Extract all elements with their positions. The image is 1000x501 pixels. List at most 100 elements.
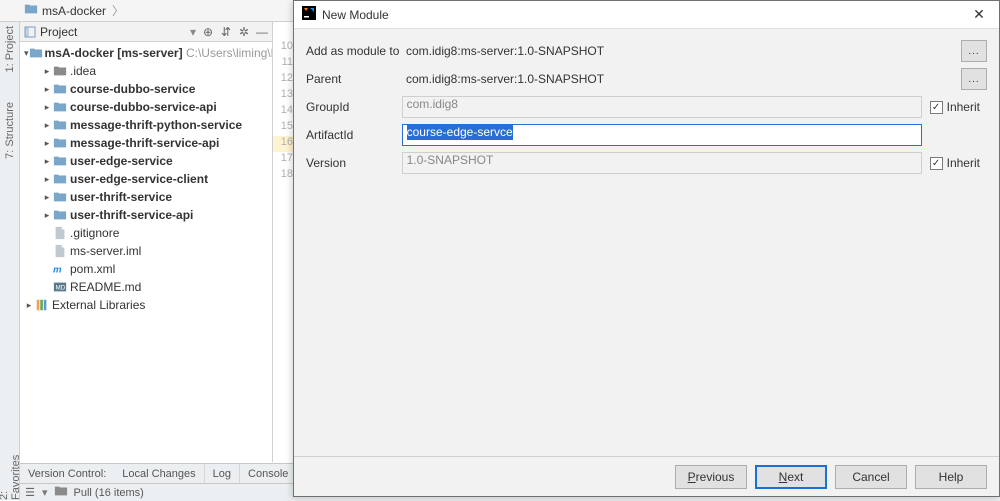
hide-icon[interactable]: — bbox=[256, 26, 268, 38]
local-changes-tab[interactable]: Local Changes bbox=[114, 464, 204, 484]
console-tab[interactable]: Console bbox=[240, 464, 297, 484]
chevron-down-icon[interactable]: ▾ bbox=[42, 486, 48, 499]
tree-item-label: message-thrift-python-service bbox=[70, 118, 242, 132]
project-panel-header: Project ▾ ⊕ ⇵ ✲ — bbox=[20, 22, 272, 42]
tree-expand-icon[interactable]: ▸ bbox=[42, 66, 52, 77]
tree-root-path: C:\Users\liming\De bbox=[186, 46, 272, 60]
artifactid-input[interactable]: course-edge-servce bbox=[402, 124, 922, 146]
tree-item-label: user-edge-service-client bbox=[70, 172, 208, 186]
label-groupid: GroupId bbox=[306, 100, 402, 114]
tab-favorites[interactable]: 2: Favorites bbox=[0, 444, 22, 500]
tree-item-label: course-dubbo-service bbox=[70, 82, 195, 96]
breadcrumb-label: msA-docker bbox=[42, 4, 106, 18]
tree-item[interactable]: ▸ user-edge-service-client bbox=[20, 170, 272, 188]
vcs-tab-label[interactable]: Version Control: bbox=[20, 464, 114, 484]
file-icon bbox=[52, 226, 68, 240]
tree-item-label: user-edge-service bbox=[70, 154, 173, 168]
dropdown-arrow-icon[interactable]: ▾ bbox=[190, 25, 196, 39]
folder-icon bbox=[52, 154, 68, 168]
dialog-footer: Previous Next Cancel Help bbox=[294, 456, 999, 496]
tree-expand-icon[interactable]: ▸ bbox=[24, 300, 34, 311]
gear-icon[interactable]: ✲ bbox=[238, 26, 250, 38]
label-artifactid: ArtifactId bbox=[306, 128, 402, 142]
label-version: Version bbox=[306, 156, 402, 170]
tree-item[interactable]: ▸ user-edge-service bbox=[20, 152, 272, 170]
tab-structure[interactable]: 7: Structure bbox=[4, 102, 16, 159]
groupid-input: com.idig8 bbox=[402, 96, 922, 118]
tree-expand-icon[interactable]: ▸ bbox=[42, 210, 52, 221]
inherit-groupid-checkbox[interactable]: ✓ Inherit bbox=[930, 100, 987, 114]
project-tool-window: Project ▾ ⊕ ⇵ ✲ — ▾ msA-docker [ms-serve… bbox=[20, 22, 273, 462]
collapse-icon[interactable]: ⇵ bbox=[220, 26, 232, 38]
tree-root-module: [ms-server] bbox=[117, 46, 182, 60]
target-icon[interactable]: ⊕ bbox=[202, 26, 214, 38]
folder-icon bbox=[52, 118, 68, 132]
tree-item[interactable]: ms-server.iml bbox=[20, 242, 272, 260]
inherit-label: Inherit bbox=[947, 156, 980, 170]
close-button[interactable]: ✕ bbox=[967, 6, 991, 23]
file-icon bbox=[52, 244, 68, 258]
tree-item-label: .idea bbox=[70, 64, 96, 78]
browse-parent-button[interactable]: ... bbox=[961, 68, 987, 90]
dialog-title: New Module bbox=[322, 8, 389, 22]
tree-item[interactable]: MD README.md bbox=[20, 278, 272, 296]
tab-project[interactable]: 1: Project bbox=[4, 26, 16, 72]
browse-module-button[interactable]: ... bbox=[961, 40, 987, 62]
tree-item-label: user-thrift-service-api bbox=[70, 208, 193, 222]
status-pull-label[interactable]: Pull (16 items) bbox=[74, 487, 144, 499]
label-add-as-module: Add as module to bbox=[306, 44, 406, 58]
help-button[interactable]: Help bbox=[915, 465, 987, 489]
cancel-button[interactable]: Cancel bbox=[835, 465, 907, 489]
log-tab[interactable]: Log bbox=[205, 464, 240, 484]
tree-expand-icon[interactable]: ▸ bbox=[42, 102, 52, 113]
previous-button[interactable]: Previous bbox=[675, 465, 747, 489]
tree-item-label: course-dubbo-service-api bbox=[70, 100, 217, 114]
tree-item[interactable]: ▸ user-thrift-service-api bbox=[20, 206, 272, 224]
folder-icon bbox=[52, 100, 68, 114]
value-add-as-module: com.idig8:ms-server:1.0-SNAPSHOT bbox=[406, 44, 953, 58]
left-tool-strip: 1: Project 7: Structure bbox=[0, 22, 20, 462]
tree-item[interactable]: ▸ .idea bbox=[20, 62, 272, 80]
folder-icon bbox=[52, 136, 68, 150]
tree-item-label: pom.xml bbox=[70, 262, 115, 276]
tree-item[interactable]: ▸ course-dubbo-service bbox=[20, 80, 272, 98]
tree-item[interactable]: ▸ course-dubbo-service-api bbox=[20, 98, 272, 116]
tree-root-name: msA-docker bbox=[45, 46, 114, 60]
next-button[interactable]: Next bbox=[755, 465, 827, 489]
tree-item-label: ms-server.iml bbox=[70, 244, 141, 258]
folder-icon bbox=[24, 2, 38, 19]
tree-item-label: .gitignore bbox=[70, 226, 119, 240]
breadcrumb-item[interactable]: msA-docker bbox=[20, 2, 110, 19]
svg-text:MD: MD bbox=[56, 285, 66, 292]
tree-expand-icon[interactable]: ▸ bbox=[42, 84, 52, 95]
version-input: 1.0-SNAPSHOT bbox=[402, 152, 922, 174]
inherit-version-checkbox[interactable]: ✓ Inherit bbox=[930, 156, 987, 170]
check-icon: ✓ bbox=[930, 157, 943, 170]
folder-icon bbox=[54, 484, 68, 501]
tree-item[interactable]: ▸ message-thrift-python-service bbox=[20, 116, 272, 134]
tree-expand-icon[interactable]: ▸ bbox=[42, 120, 52, 131]
tree-item-label: README.md bbox=[70, 280, 141, 294]
tree-item[interactable]: .gitignore bbox=[20, 224, 272, 242]
tree-item[interactable]: ▸user-thrift-service bbox=[20, 188, 272, 206]
tree-item[interactable]: m pom.xml bbox=[20, 260, 272, 278]
folder-icon bbox=[52, 208, 68, 222]
folder-icon bbox=[52, 190, 68, 204]
label-parent: Parent bbox=[306, 72, 406, 86]
folder-icon bbox=[52, 82, 68, 96]
external-libraries-label: External Libraries bbox=[52, 298, 145, 312]
svg-text:m: m bbox=[53, 265, 62, 276]
tree-expand-icon[interactable]: ▸ bbox=[42, 174, 52, 185]
markdown-icon: MD bbox=[52, 280, 68, 294]
status-icon[interactable]: ☰ bbox=[24, 487, 36, 499]
check-icon: ✓ bbox=[930, 101, 943, 114]
tree-expand-icon[interactable]: ▸ bbox=[42, 192, 52, 203]
tree-expand-icon[interactable]: ▸ bbox=[42, 138, 52, 149]
tree-item[interactable]: ▸message-thrift-service-api bbox=[20, 134, 272, 152]
value-parent: com.idig8:ms-server:1.0-SNAPSHOT bbox=[406, 72, 953, 86]
intellij-icon bbox=[302, 6, 316, 23]
folder-icon bbox=[52, 172, 68, 186]
dialog-body: Add as module to com.idig8:ms-server:1.0… bbox=[294, 29, 999, 456]
tree-expand-icon[interactable]: ▸ bbox=[42, 156, 52, 167]
project-tree[interactable]: ▾ msA-docker [ms-server] C:\Users\liming… bbox=[20, 42, 272, 462]
